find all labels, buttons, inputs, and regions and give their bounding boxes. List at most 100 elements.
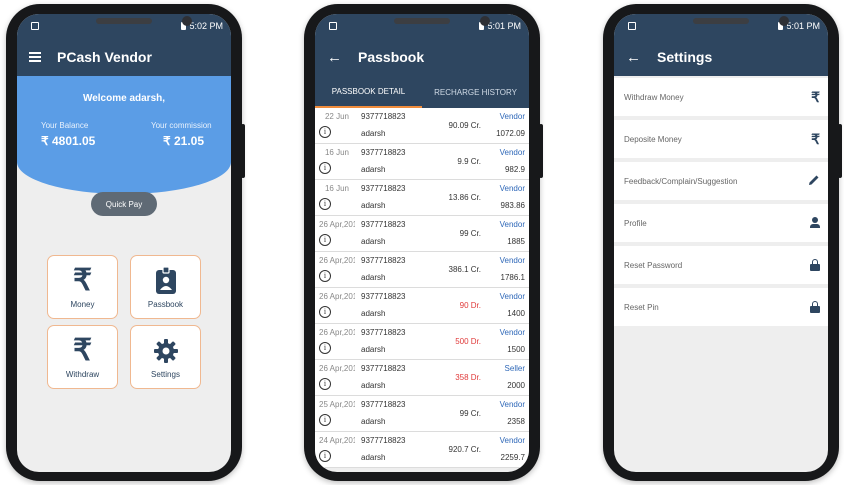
back-arrow-icon[interactable]: ← bbox=[626, 50, 641, 65]
transaction-row[interactable]: 26 Apr,2017 9377718823 adarsh 90 Dr. Vendor 1… bbox=[315, 288, 529, 324]
gear-icon bbox=[153, 336, 179, 366]
tab-bar: PASSBOOK DETAIL RECHARGE HISTORY bbox=[315, 76, 529, 108]
commission-value: ₹ 21.05 bbox=[163, 134, 204, 148]
phone-speaker bbox=[96, 18, 152, 24]
transaction-list: 22 Jun 9377718823 adarsh 90.09 Cr. Vendor 107… bbox=[315, 108, 529, 468]
notification-icon bbox=[329, 22, 337, 30]
settings-item-label: Deposite Money bbox=[624, 134, 682, 144]
page-title: PCash Vendor bbox=[57, 49, 152, 65]
transaction-type: Seller bbox=[504, 364, 525, 373]
settings-item-reset-password[interactable]: Reset Password bbox=[614, 246, 828, 284]
settings-item-deposite-money[interactable]: Deposite Money ₹ bbox=[614, 120, 828, 158]
transaction-date: 26 Apr,2017 bbox=[319, 220, 355, 229]
transaction-amount: 99 Cr. bbox=[459, 229, 481, 238]
phone-speaker bbox=[693, 18, 749, 24]
info-icon[interactable]: i bbox=[319, 162, 331, 174]
phone-camera bbox=[480, 16, 490, 26]
transaction-row[interactable]: 16 Jun 9377718823 adarsh 13.86 Cr. Vendor 983… bbox=[315, 180, 529, 216]
info-icon[interactable]: i bbox=[319, 414, 331, 426]
settings-item-label: Profile bbox=[624, 218, 647, 228]
rupee-icon: ₹ bbox=[72, 333, 93, 367]
notification-icon bbox=[628, 22, 636, 30]
transaction-date: 26 Apr,2017 bbox=[319, 328, 355, 337]
tile-label: Passbook bbox=[147, 299, 184, 309]
commission-block: Your commission ₹ 21.05 bbox=[151, 121, 212, 148]
balance-label: Your Balance bbox=[41, 121, 89, 130]
transaction-amount: 358 Dr. bbox=[455, 373, 481, 382]
transaction-row[interactable]: 26 Apr,2017 9377718823 adarsh 386.1 Cr. Vend… bbox=[315, 252, 529, 288]
transaction-date: 22 Jun bbox=[324, 112, 350, 121]
transaction-name: adarsh bbox=[361, 309, 386, 318]
transaction-row[interactable]: 16 Jun 9377718823 adarsh 9.9 Cr. Vendor 982.9… bbox=[315, 144, 529, 180]
phone-speaker bbox=[394, 18, 450, 24]
status-time: 5:01 PM bbox=[487, 21, 521, 31]
rupee-icon: ₹ bbox=[811, 88, 820, 105]
transaction-row[interactable]: 22 Jun 9377718823 adarsh 90.09 Cr. Vendor 107… bbox=[315, 108, 529, 144]
balance-block: Your Balance ₹ 4801.05 bbox=[41, 121, 95, 148]
back-arrow-icon[interactable]: ← bbox=[327, 50, 342, 65]
page-title: Settings bbox=[657, 49, 713, 65]
transaction-type: Vendor bbox=[499, 112, 525, 121]
transaction-phone: 9377718823 bbox=[361, 148, 406, 157]
app-bar: ← Passbook bbox=[315, 38, 529, 76]
transaction-amount: 90 Dr. bbox=[459, 301, 481, 310]
transaction-phone: 9377718823 bbox=[361, 112, 406, 121]
transaction-name: adarsh bbox=[361, 345, 386, 354]
transaction-type: Vendor bbox=[499, 148, 525, 157]
transaction-amount: 13.86 Cr. bbox=[448, 193, 481, 202]
transaction-name: adarsh bbox=[361, 417, 386, 426]
phone-camera bbox=[779, 16, 789, 26]
money-tile[interactable]: ₹ Money bbox=[47, 255, 118, 319]
quick-pay-button[interactable]: Quick Pay bbox=[91, 192, 157, 216]
pencil-icon bbox=[808, 173, 820, 189]
transaction-row[interactable]: 25 Apr,2017 9377718823 adarsh 99 Cr. Vendor 2… bbox=[315, 396, 529, 432]
transaction-balance: 2358 bbox=[507, 417, 525, 426]
badge-icon bbox=[155, 266, 177, 296]
page-title: Passbook bbox=[358, 49, 425, 65]
welcome-text: Welcome adarsh, bbox=[82, 93, 166, 104]
transaction-row[interactable]: 24 Apr,2017 9377718823 adarsh 920.7 Cr. Vend… bbox=[315, 432, 529, 468]
transaction-balance: 982.9 bbox=[504, 165, 525, 174]
rupee-icon: ₹ bbox=[811, 130, 820, 147]
info-icon[interactable]: i bbox=[319, 450, 331, 462]
menu-icon[interactable] bbox=[29, 52, 41, 62]
tab-passbook-detail[interactable]: PASSBOOK DETAIL bbox=[315, 76, 422, 108]
transaction-phone: 9377718823 bbox=[361, 292, 406, 301]
transaction-type: Vendor bbox=[499, 184, 525, 193]
transaction-type: Vendor bbox=[499, 436, 525, 445]
settings-item-withdraw-money[interactable]: Withdraw Money ₹ bbox=[614, 78, 828, 116]
transaction-name: adarsh bbox=[361, 381, 386, 390]
passbook-tile[interactable]: Passbook bbox=[130, 255, 201, 319]
settings-tile[interactable]: Settings bbox=[130, 325, 201, 389]
info-icon[interactable]: i bbox=[319, 378, 331, 390]
settings-item-feedback[interactable]: Feedback/Complain/Suggestion bbox=[614, 162, 828, 200]
transaction-name: adarsh bbox=[361, 165, 386, 174]
vendor-home-screen: 5:02 PM PCash Vendor Welcome adarsh, You… bbox=[17, 14, 231, 472]
transaction-name: adarsh bbox=[361, 273, 386, 282]
info-icon[interactable]: i bbox=[319, 270, 331, 282]
app-bar: PCash Vendor bbox=[17, 38, 231, 76]
settings-item-reset-pin[interactable]: Reset Pin bbox=[614, 288, 828, 326]
transaction-amount: 99 Cr. bbox=[459, 409, 481, 418]
transaction-date: 16 Jun bbox=[324, 184, 350, 193]
settings-item-profile[interactable]: Profile bbox=[614, 204, 828, 242]
transaction-row[interactable]: 26 Apr,2017 9377718823 adarsh 99 Cr. Vendor 1… bbox=[315, 216, 529, 252]
info-icon[interactable]: i bbox=[319, 234, 331, 246]
balance-banner: Welcome adarsh, Your Balance ₹ 4801.05 Y… bbox=[17, 76, 231, 194]
transaction-phone: 9377718823 bbox=[361, 220, 406, 229]
transaction-balance: 1400 bbox=[507, 309, 525, 318]
info-icon[interactable]: i bbox=[319, 126, 331, 138]
tab-recharge-history[interactable]: RECHARGE HISTORY bbox=[422, 76, 529, 108]
info-icon[interactable]: i bbox=[319, 342, 331, 354]
notification-icon bbox=[31, 22, 39, 30]
transaction-row[interactable]: 26 Apr,2017 9377718823 adarsh 358 Dr. Seller… bbox=[315, 360, 529, 396]
info-icon[interactable]: i bbox=[319, 198, 331, 210]
transaction-date: 26 Apr,2017 bbox=[319, 256, 355, 265]
passbook-screen: 5:01 PM ← Passbook PASSBOOK DETAIL RECHA… bbox=[315, 14, 529, 472]
withdraw-tile[interactable]: ₹ Withdraw bbox=[47, 325, 118, 389]
phone-camera bbox=[182, 16, 192, 26]
transaction-row[interactable]: 26 Apr,2017 9377718823 adarsh 500 Dr. Vendor… bbox=[315, 324, 529, 360]
person-icon bbox=[810, 217, 820, 229]
settings-item-label: Feedback/Complain/Suggestion bbox=[624, 176, 738, 186]
info-icon[interactable]: i bbox=[319, 306, 331, 318]
